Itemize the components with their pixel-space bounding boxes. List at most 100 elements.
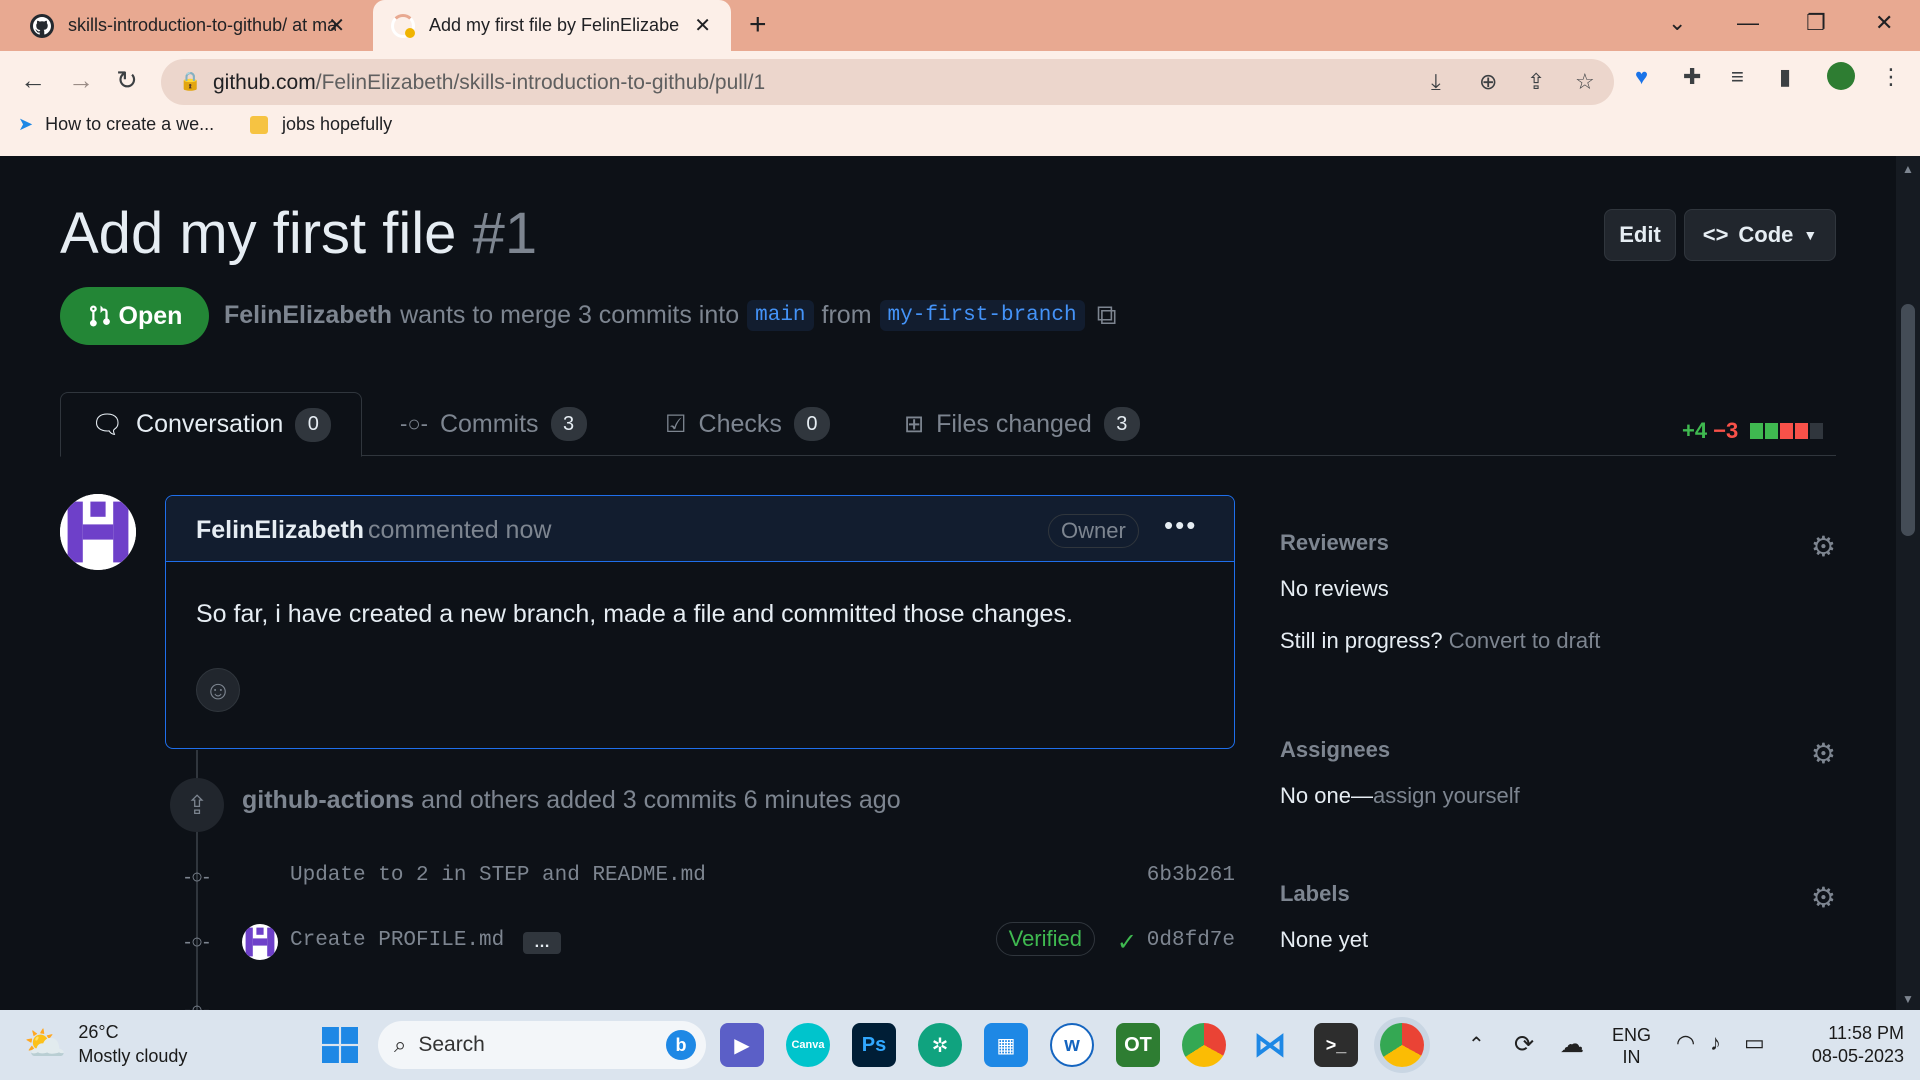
bookmark-item[interactable]: ➤ How to create a we...: [18, 114, 214, 135]
close-window-icon[interactable]: ✕: [1875, 10, 1893, 36]
profile-avatar-icon[interactable]: [1827, 62, 1855, 90]
pr-tabs: 🗨 Conversation 0 -○- Commits 3 ☑ Checks …: [60, 392, 1836, 457]
weather-widget[interactable]: ⛅ 26°C Mostly cloudy: [24, 1020, 187, 1068]
install-icon[interactable]: ⤓: [1431, 69, 1441, 95]
address-bar[interactable]: 🔒 github.com/FelinElizabeth/skills-intro…: [161, 59, 1614, 105]
zoom-icon[interactable]: ⊕: [1479, 69, 1497, 95]
git-pull-request-icon: [87, 303, 111, 329]
tab-commits[interactable]: -○- Commits 3: [400, 392, 587, 456]
scroll-down-icon[interactable]: ▼: [1902, 992, 1914, 1006]
wifi-icon[interactable]: ◠: [1676, 1030, 1695, 1056]
tab-files-changed[interactable]: ⊞ Files changed 3: [904, 392, 1140, 456]
diff-stat[interactable]: +4 −3: [1682, 418, 1824, 444]
tab-title: skills-introduction-to-github/ at ma: [68, 15, 336, 35]
git-commit-icon: -○-: [400, 411, 428, 436]
forward-icon[interactable]: →: [68, 65, 94, 96]
sync-icon[interactable]: ⟳: [1514, 1030, 1534, 1059]
photoshop-icon[interactable]: Ps: [852, 1023, 896, 1067]
opentext-icon[interactable]: OT: [1116, 1023, 1160, 1067]
assign-yourself-link[interactable]: assign yourself: [1373, 783, 1520, 808]
search-label: Search: [418, 1033, 485, 1056]
calendar-icon[interactable]: ▦: [984, 1023, 1028, 1067]
gear-icon[interactable]: ⚙: [1811, 530, 1836, 563]
commit-message[interactable]: Create PROFILE.md: [290, 929, 504, 952]
head-branch[interactable]: my-first-branch: [879, 300, 1085, 331]
diff-bar-del: [1795, 423, 1809, 439]
browser-tab-pr[interactable]: Add my first file by FelinElizabeth ✕: [373, 0, 731, 51]
gear-icon[interactable]: ⚙: [1811, 737, 1836, 770]
assignees-heading[interactable]: Assignees: [1280, 737, 1836, 763]
side-panel-icon[interactable]: ▮: [1779, 64, 1791, 90]
tab-search-icon[interactable]: ⌄: [1668, 10, 1686, 36]
tab-count: 3: [550, 407, 587, 441]
battery-icon[interactable]: ▭: [1744, 1030, 1765, 1056]
pr-author-link[interactable]: FelinElizabeth: [224, 301, 392, 330]
chatgpt-icon[interactable]: ✲: [918, 1023, 962, 1067]
chrome-active-icon[interactable]: [1380, 1023, 1424, 1067]
tab-checks[interactable]: ☑ Checks 0: [665, 392, 830, 456]
add-reaction-button[interactable]: ☺: [196, 668, 240, 712]
language-indicator[interactable]: ENG IN: [1612, 1024, 1651, 1068]
edit-button[interactable]: Edit: [1604, 209, 1676, 261]
folder-icon: [250, 115, 268, 134]
back-icon[interactable]: ←: [20, 65, 46, 96]
deletions-count: −3: [1713, 418, 1739, 443]
convert-to-draft-link[interactable]: Convert to draft: [1449, 628, 1601, 653]
reviewers-heading[interactable]: Reviewers: [1280, 530, 1836, 556]
bookmark-star-icon[interactable]: ☆: [1575, 69, 1595, 95]
reload-icon[interactable]: ↻: [116, 65, 138, 96]
chrome-icon[interactable]: [1182, 1023, 1226, 1067]
extensions-puzzle-icon[interactable]: ✚: [1683, 64, 1701, 90]
more-options-icon[interactable]: •••: [1164, 510, 1197, 541]
new-tab-button[interactable]: +: [749, 8, 767, 42]
base-branch[interactable]: main: [747, 300, 814, 331]
sidebar-assignees: Assignees ⚙ No one—assign yourself: [1280, 737, 1836, 809]
terminal-icon[interactable]: >_: [1314, 1023, 1358, 1067]
share-icon[interactable]: ⇪: [1527, 69, 1545, 95]
check-icon[interactable]: ✓: [1117, 928, 1137, 957]
comment-timestamp[interactable]: commented now: [368, 516, 551, 545]
volume-icon[interactable]: ♪: [1710, 1030, 1721, 1056]
restore-icon[interactable]: ❐: [1806, 10, 1826, 36]
clock[interactable]: 11:58 PM 08-05-2023: [1794, 1022, 1904, 1068]
vscode-icon[interactable]: ⋈: [1248, 1023, 1292, 1067]
code-button[interactable]: <> Code ▼: [1684, 209, 1836, 261]
tab-title: Add my first file by FelinElizabeth: [429, 15, 679, 35]
browser-tab-skills[interactable]: skills-introduction-to-github/ at ma ✕: [10, 0, 365, 51]
close-tab-icon[interactable]: ✕: [694, 13, 711, 38]
teams-icon[interactable]: ▶: [720, 1023, 764, 1067]
expand-commit-button[interactable]: …: [523, 932, 561, 954]
onedrive-icon[interactable]: ☁: [1560, 1030, 1584, 1059]
commit-avatar[interactable]: [242, 924, 278, 960]
windows-start-icon[interactable]: [318, 1023, 362, 1067]
windows-taskbar: ⛅ 26°C Mostly cloudy ⌕ Search b ▶ Canva …: [0, 1010, 1920, 1080]
checklist-icon: ☑: [665, 410, 687, 438]
gear-icon[interactable]: ⚙: [1811, 881, 1836, 914]
commit-sha[interactable]: 6b3b261: [1147, 864, 1235, 887]
minimize-icon[interactable]: —: [1737, 10, 1759, 36]
close-tab-icon[interactable]: ✕: [328, 13, 345, 38]
scrollbar-thumb[interactable]: [1901, 304, 1915, 536]
labels-heading[interactable]: Labels: [1280, 881, 1836, 907]
commit-message[interactable]: Update to 2 in STEP and README.md: [290, 864, 706, 887]
page-scrollbar[interactable]: ▲ ▼: [1896, 156, 1920, 1010]
comment-author[interactable]: FelinElizabeth: [196, 516, 364, 545]
actor-link[interactable]: github-actions: [242, 786, 414, 814]
media-queue-icon[interactable]: ≡: [1731, 64, 1744, 90]
pr-meta: FelinElizabeth wants to merge 3 commits …: [224, 299, 1117, 332]
url-text: github.com/FelinElizabeth/skills-introdu…: [213, 71, 765, 95]
menu-kebab-icon[interactable]: ⋮: [1880, 64, 1902, 90]
bookmark-folder[interactable]: jobs hopefully: [250, 114, 392, 135]
extension-heart-icon[interactable]: ♥: [1635, 64, 1648, 90]
tab-conversation[interactable]: 🗨 Conversation 0: [60, 392, 363, 457]
commit-sha[interactable]: 0d8fd7e: [1147, 929, 1235, 952]
word-app-icon[interactable]: w: [1050, 1023, 1094, 1067]
canva-icon[interactable]: Canva: [786, 1023, 830, 1067]
scroll-up-icon[interactable]: ▲: [1902, 162, 1914, 176]
verified-badge[interactable]: Verified: [995, 922, 1095, 956]
avatar[interactable]: [60, 494, 136, 570]
copy-icon[interactable]: ⧉: [1097, 299, 1117, 332]
tray-overflow-icon[interactable]: ⌃: [1468, 1032, 1485, 1057]
region-code: IN: [1622, 1047, 1641, 1067]
taskbar-search[interactable]: ⌕ Search b: [378, 1021, 706, 1069]
